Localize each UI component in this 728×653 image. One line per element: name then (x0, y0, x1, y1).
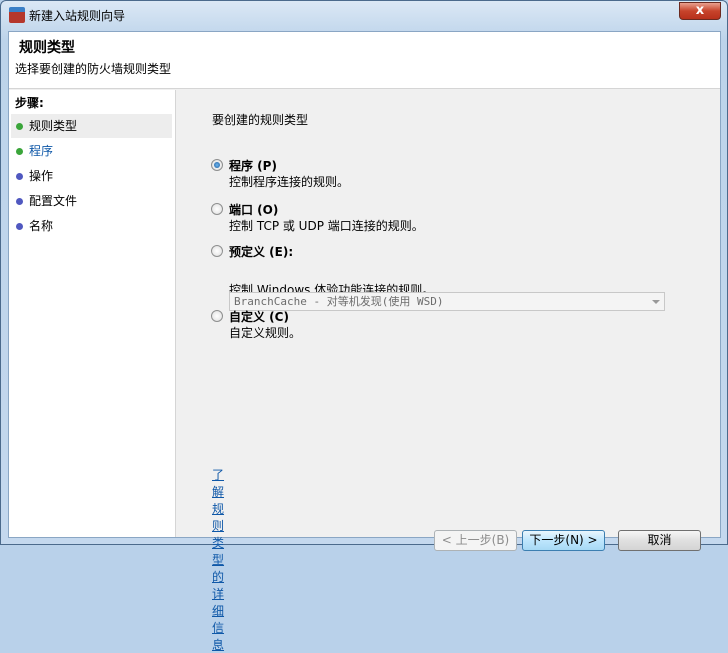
step-dot-icon (16, 223, 23, 230)
option-desc: 控制 TCP 或 UDP 端口连接的规则。 (229, 219, 424, 233)
window-title: 新建入站规则向导 (29, 9, 126, 23)
radio-program[interactable] (211, 159, 223, 171)
step-dot-icon (16, 148, 23, 155)
step-name[interactable]: 名称 (11, 214, 172, 238)
option-desc: 控制程序连接的规则。 (229, 175, 350, 189)
step-dot-icon (16, 173, 23, 180)
option-label: 预定义 (E): (229, 245, 294, 259)
option-desc: 自定义规则。 (229, 326, 302, 340)
step-dot-icon (16, 123, 23, 130)
step-label: 操作 (29, 169, 54, 183)
steps-pane: 步骤: 规则类型 程序 操作 配置文件 名称 (9, 90, 176, 537)
step-dot-icon (16, 198, 23, 205)
wizard-header: 规则类型 选择要创建的防火墙规则类型 (9, 32, 720, 89)
step-label: 程序 (29, 144, 54, 158)
close-button[interactable]: x (679, 2, 721, 20)
page-title: 规则类型 (19, 40, 75, 56)
option-label: 端口 (O) (229, 203, 279, 217)
cancel-button[interactable]: 取消 (618, 530, 701, 551)
learn-more-link[interactable]: 了解规则类型的详细信息 (212, 466, 224, 653)
step-action[interactable]: 操作 (11, 164, 172, 188)
step-label: 名称 (29, 219, 54, 233)
next-button[interactable]: 下一步(N) > (522, 530, 605, 551)
step-program[interactable]: 程序 (11, 139, 172, 163)
option-label: 程序 (P) (229, 159, 277, 173)
steps-label: 步骤: (15, 96, 44, 110)
back-button[interactable]: < 上一步(B) (434, 530, 517, 551)
step-profile[interactable]: 配置文件 (11, 189, 172, 213)
predefined-select[interactable]: BranchCache - 对等机发现(使用 WSD) (229, 292, 665, 311)
page-subtitle: 选择要创建的防火墙规则类型 (15, 62, 172, 76)
radio-custom[interactable] (211, 310, 223, 322)
chevron-down-icon (652, 300, 660, 308)
wizard-window: 新建入站规则向导 x 规则类型 选择要创建的防火墙规则类型 步骤: 规则类型 程… (0, 0, 728, 652)
question-label: 要创建的规则类型 (212, 113, 309, 127)
predefined-value: BranchCache - 对等机发现(使用 WSD) (234, 295, 444, 308)
option-label: 自定义 (C) (229, 310, 289, 324)
client-area: 规则类型 选择要创建的防火墙规则类型 步骤: 规则类型 程序 操作 配置文件 名… (8, 31, 721, 652)
step-label: 规则类型 (29, 119, 78, 133)
step-rule-type[interactable]: 规则类型 (11, 114, 172, 138)
step-label: 配置文件 (29, 194, 78, 208)
radio-port[interactable] (211, 203, 223, 215)
radio-predefined[interactable] (211, 245, 223, 257)
firewall-app-icon (9, 7, 25, 23)
